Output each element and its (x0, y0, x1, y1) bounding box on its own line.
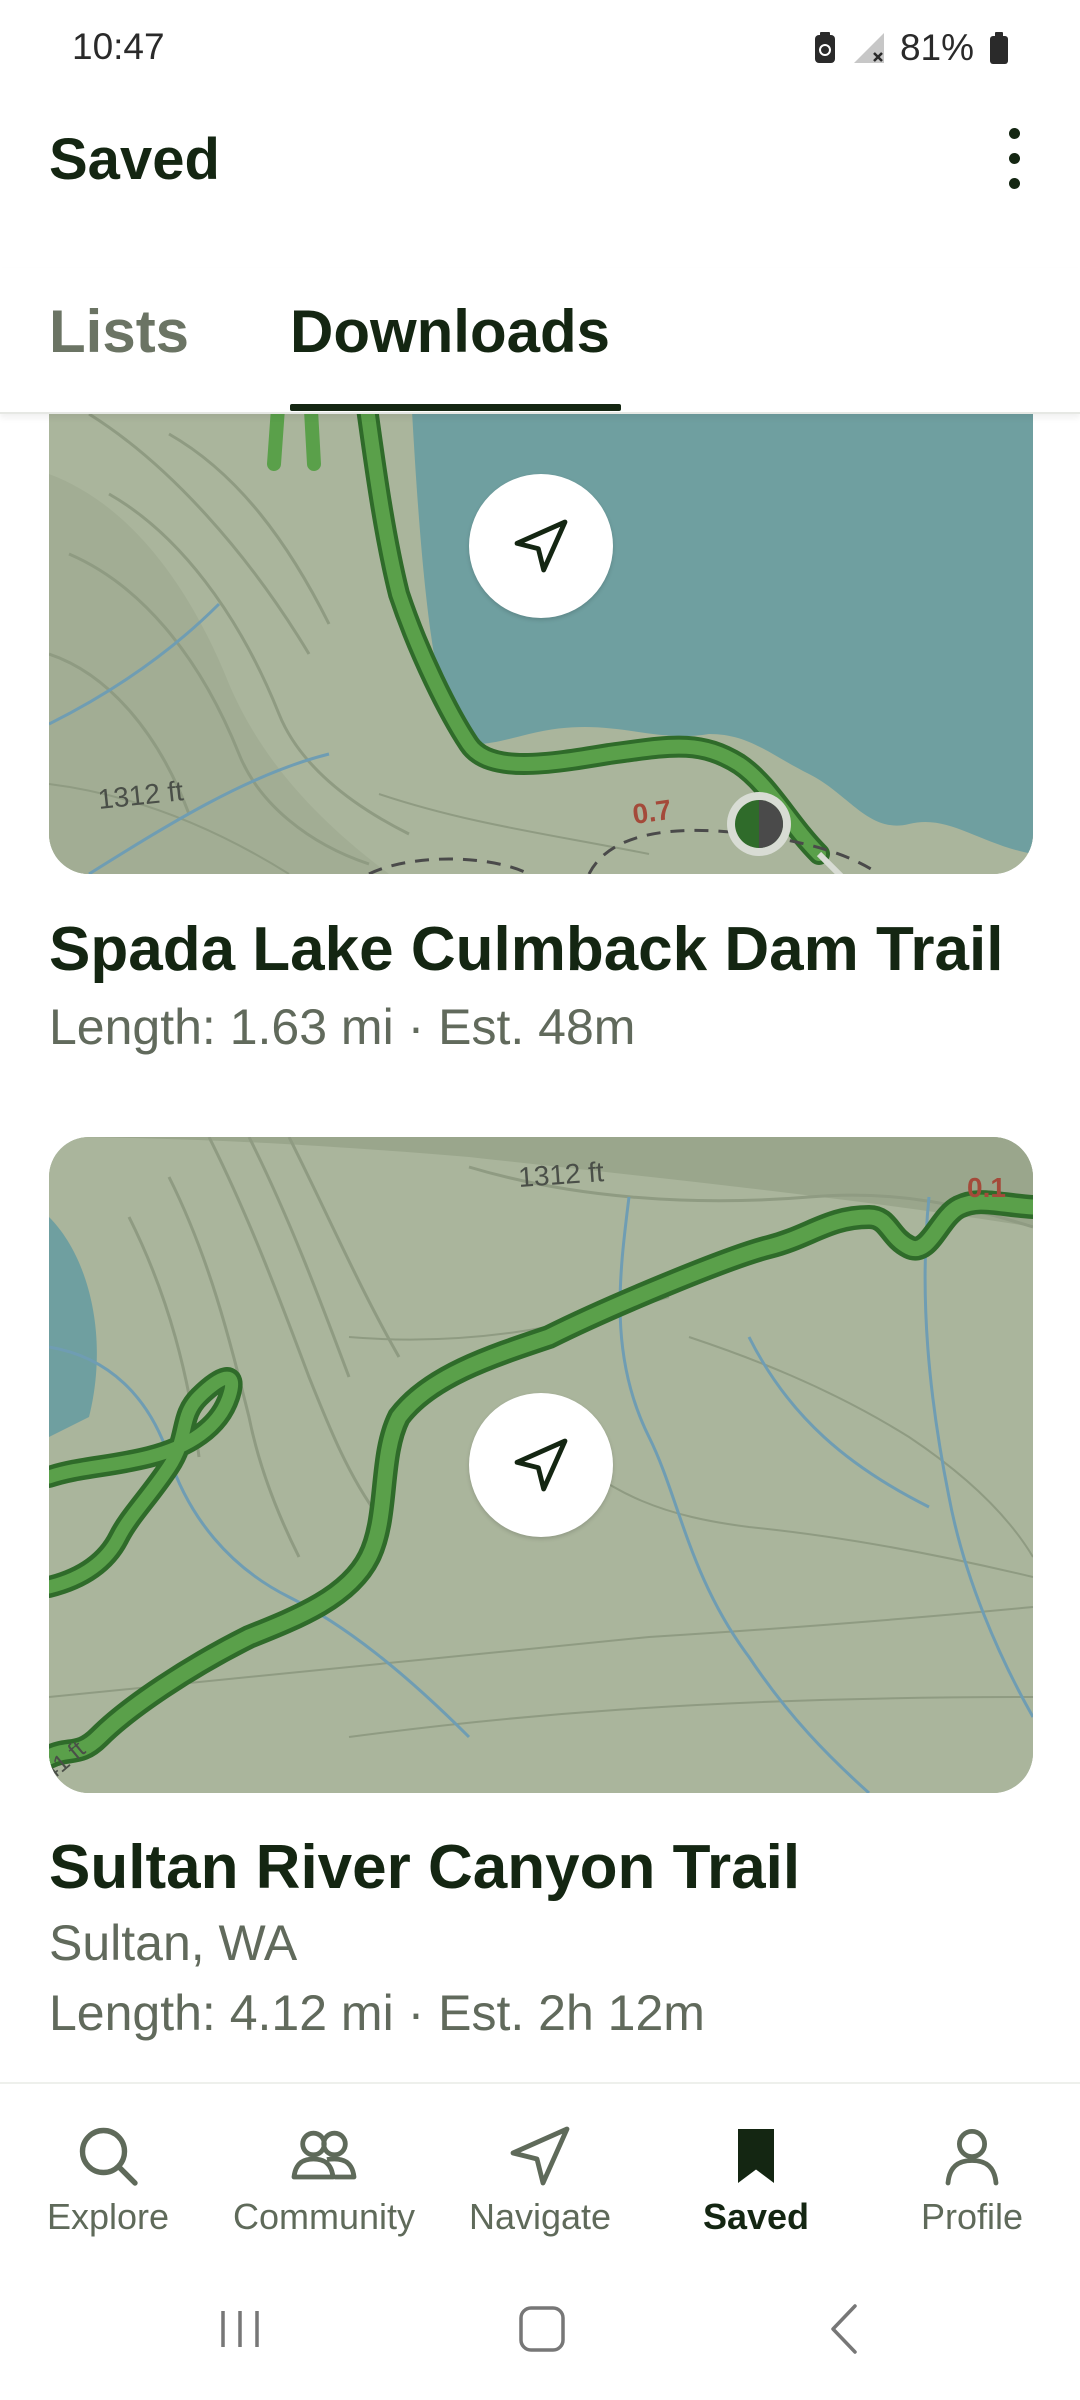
battery-saver-icon (814, 32, 835, 63)
map-distance-label: 0.7 (631, 794, 674, 830)
nav-label: Community (232, 2196, 416, 2237)
map-distance-label: 0.1 (967, 1172, 1006, 1203)
app-header: Saved (0, 96, 1080, 226)
trail-length: Length: 4.12 mi · Est. 2h 12m (49, 1985, 705, 2041)
home-button[interactable] (492, 2294, 592, 2364)
battery-icon (990, 32, 1008, 64)
tab-lists[interactable]: Lists (49, 282, 189, 400)
recent-apps-icon (221, 2311, 259, 2347)
system-navigation-bar (0, 2258, 1080, 2400)
search-icon (79, 2127, 138, 2186)
nav-profile[interactable]: Profile (864, 2084, 1080, 2260)
recent-apps-button[interactable] (190, 2294, 290, 2364)
battery-percent: 81% (899, 27, 974, 68)
trail-location: Sultan, WA (49, 1915, 298, 1971)
more-options-button[interactable] (982, 120, 1046, 196)
back-button[interactable] (795, 2294, 895, 2364)
navigation-arrow-icon (514, 519, 568, 573)
nav-label: Profile (920, 2196, 1024, 2237)
navigate-button[interactable] (469, 474, 613, 618)
nav-explore[interactable]: Explore (0, 2084, 216, 2260)
status-time: 10:47 (72, 26, 165, 67)
tab-downloads[interactable]: Downloads (290, 282, 610, 400)
page-title: Saved (49, 127, 220, 192)
status-icons: 81% (812, 24, 1010, 72)
back-chevron-icon (831, 2304, 857, 2354)
home-icon (519, 2306, 565, 2352)
tab-bar: Lists Downloads (0, 268, 1080, 414)
nav-navigate[interactable]: Navigate (432, 2084, 648, 2260)
status-bar: 10:47 81% (0, 0, 1080, 96)
navigate-button[interactable] (469, 1393, 613, 1537)
nav-label: Explore (46, 2196, 170, 2237)
nav-saved[interactable]: Saved (648, 2084, 864, 2260)
nav-label: Saved (702, 2196, 810, 2237)
trail-name[interactable]: Spada Lake Culmback Dam Trail (49, 914, 1004, 985)
trail-map-preview[interactable]: 1312 ft 0.7 (49, 414, 1033, 874)
map-elevation-label: 1312 ft (517, 1156, 605, 1193)
downloads-list[interactable]: 1312 ft 0.7 Spada Lake Culmback Dam Trai… (0, 414, 1080, 2082)
users-icon (291, 2130, 357, 2180)
nav-label: Navigate (468, 2196, 612, 2237)
trail-length: Length: 1.63 mi · Est. 48m (49, 999, 636, 1055)
user-icon (945, 2129, 999, 2186)
bookmark-icon (738, 2129, 774, 2183)
bottom-navigation: Explore Community Navigate Saved Profile (0, 2082, 1080, 2258)
active-tab-indicator (290, 404, 621, 411)
navigation-arrow-icon (510, 2126, 570, 2186)
signal-icon (853, 33, 884, 63)
trail-map-preview[interactable]: 1312 ft 0.1 41 ft (49, 1137, 1033, 1793)
trail-name[interactable]: Sultan River Canyon Trail (49, 1832, 800, 1903)
nav-community[interactable]: Community (216, 2084, 432, 2260)
more-vertical-icon (1008, 127, 1020, 139)
navigation-arrow-icon (514, 1438, 568, 1492)
